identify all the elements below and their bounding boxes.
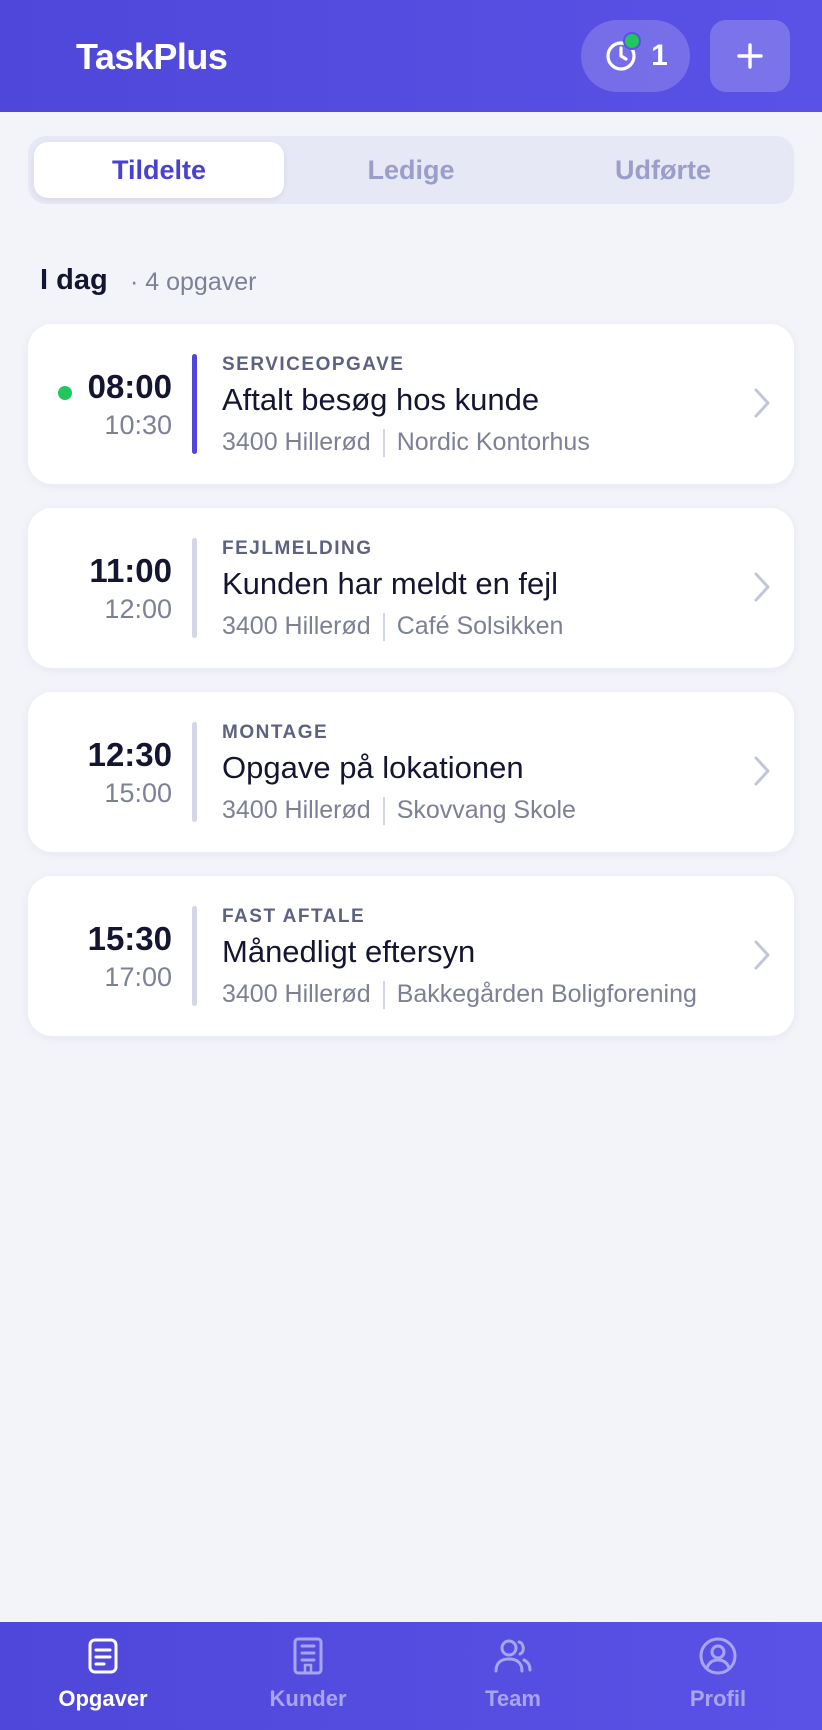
bottom-navigation: Opgaver Kunder Team Profil	[0, 1622, 822, 1730]
meta-separator	[382, 980, 385, 1009]
clock-icon	[603, 32, 642, 74]
task-divider	[192, 538, 197, 638]
task-location: 3400 Hillerød	[222, 428, 371, 456]
in-progress-indicator	[58, 386, 72, 400]
chevron-right-icon	[754, 388, 770, 418]
tab-ledige[interactable]: Ledige	[286, 142, 536, 198]
clipboard-icon	[88, 1638, 118, 1674]
task-start-time: 11:00	[89, 552, 172, 589]
nav-item-profil[interactable]: Profil	[638, 1634, 798, 1724]
task-meta: 3400 Hillerød Bakkegården Boligforening	[222, 980, 697, 1009]
users-icon	[494, 1639, 532, 1673]
task-divider	[192, 722, 197, 822]
task-start-time: 08:00	[87, 368, 172, 405]
nav-label: Opgaver	[58, 1686, 148, 1711]
active-timer-button[interactable]: 1	[581, 20, 690, 92]
meta-separator	[382, 428, 385, 457]
task-location: 3400 Hillerød	[222, 612, 371, 640]
nav-item-kunder[interactable]: Kunder	[228, 1634, 388, 1724]
task-customer: Nordic Kontorhus	[396, 428, 590, 456]
task-card[interactable]: 08:00 10:30 SERVICEOPGAVE Aftalt besøg h…	[28, 324, 794, 484]
add-task-button[interactable]	[710, 20, 790, 92]
task-title: Månedligt eftersyn	[222, 934, 476, 969]
task-title: Aftalt besøg hos kunde	[222, 382, 540, 417]
task-card[interactable]: 11:00 12:00 FEJLMELDING Kunden har meldt…	[28, 508, 794, 668]
meta-separator	[382, 612, 385, 641]
nav-item-opgaver[interactable]: Opgaver	[23, 1634, 183, 1724]
task-meta: 3400 Hillerød Café Solsikken	[222, 612, 563, 641]
meta-separator	[382, 796, 385, 825]
tab-udforte[interactable]: Udførte	[538, 142, 788, 198]
building-icon	[293, 1637, 323, 1675]
task-location: 3400 Hillerød	[222, 980, 371, 1008]
chevron-right-icon	[754, 940, 770, 970]
nav-item-team[interactable]: Team	[433, 1634, 593, 1724]
task-title: Kunden har meldt en fejl	[222, 566, 559, 601]
task-meta: 3400 Hillerød Nordic Kontorhus	[222, 428, 590, 457]
task-category: FEJLMELDING	[222, 538, 373, 559]
plus-icon	[737, 43, 763, 69]
section-title: I dag	[40, 264, 108, 296]
task-end-time: 17:00	[104, 962, 172, 992]
task-category: MONTAGE	[222, 722, 329, 743]
chevron-right-icon	[754, 572, 770, 602]
task-customer: Bakkegården Boligforening	[396, 980, 697, 1008]
user-circle-icon	[699, 1637, 737, 1675]
task-category: SERVICEOPGAVE	[222, 354, 405, 375]
task-customer: Café Solsikken	[396, 612, 564, 640]
nav-label: Kunder	[269, 1686, 347, 1711]
task-start-time: 12:30	[87, 736, 172, 773]
nav-label: Profil	[689, 1686, 747, 1711]
task-divider	[192, 354, 197, 454]
app-title: TaskPlus	[76, 36, 228, 77]
task-meta: 3400 Hillerød Skovvang Skole	[222, 796, 576, 825]
task-start-time: 15:30	[87, 920, 172, 957]
nav-label: Team	[485, 1686, 541, 1711]
task-end-time: 15:00	[104, 778, 172, 808]
task-title: Opgave på lokationen	[222, 750, 524, 785]
task-location: 3400 Hillerød	[222, 796, 371, 824]
task-card[interactable]: 15:30 17:00 FAST AFTALE Månedligt efters…	[28, 876, 794, 1036]
task-customer: Skovvang Skole	[396, 796, 576, 824]
task-end-time: 12:00	[104, 594, 172, 624]
chevron-right-icon	[754, 756, 770, 786]
section-count: · 4 opgaver	[130, 268, 257, 296]
task-category: FAST AFTALE	[222, 906, 366, 927]
tab-tildelte[interactable]: Tildelte	[34, 142, 284, 198]
task-filter-tabs: Tildelte Ledige Udførte	[28, 136, 794, 204]
task-end-time: 10:30	[104, 410, 172, 440]
app-header: TaskPlus 1	[0, 0, 822, 112]
task-divider	[192, 906, 197, 1006]
task-card[interactable]: 12:30 15:00 MONTAGE Opgave på lokationen…	[28, 692, 794, 852]
timer-count: 1	[651, 39, 668, 72]
